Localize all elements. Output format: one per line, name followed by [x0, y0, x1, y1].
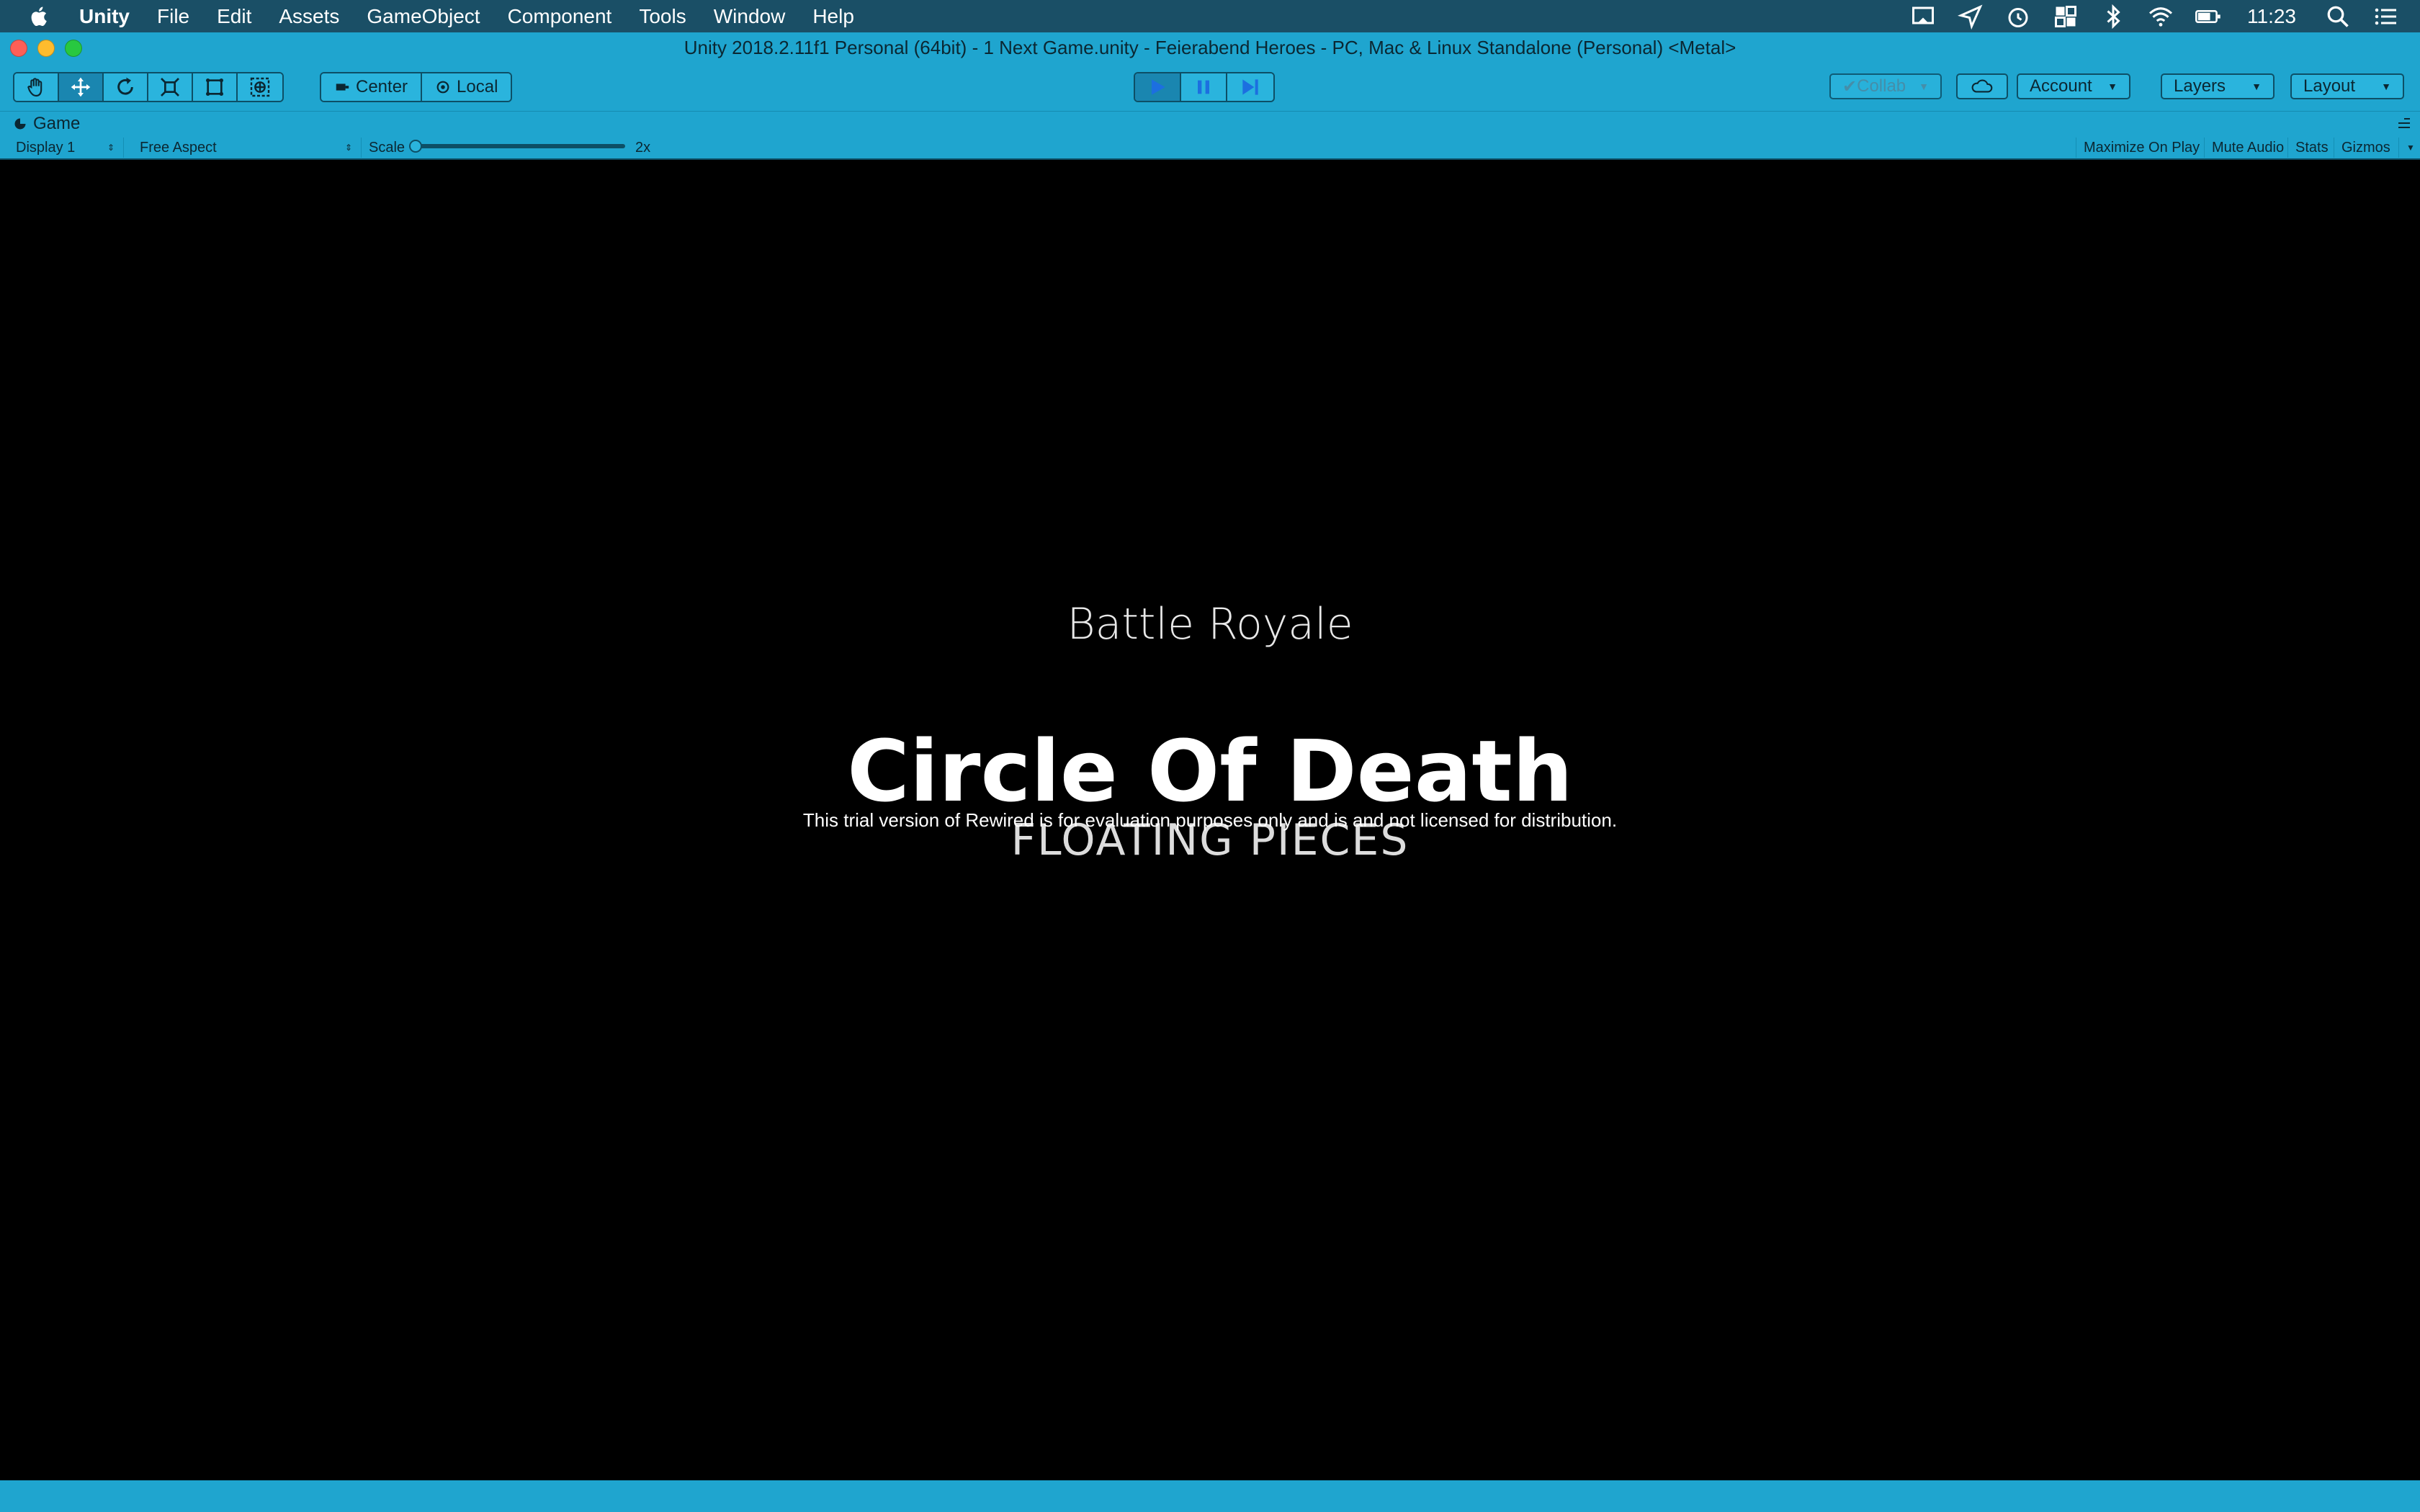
layout-dropdown[interactable]: Layout ▼ [2290, 73, 2404, 99]
transform-tools [13, 72, 284, 102]
transform-icon [250, 77, 270, 97]
menu-app-unity[interactable]: Unity [79, 5, 130, 28]
macos-menu-bar: Unity File Edit Assets GameObject Compon… [0, 0, 2420, 32]
alarm-icon[interactable] [2005, 4, 2031, 30]
transform-tool-button[interactable] [238, 73, 282, 101]
step-icon [1242, 79, 1258, 95]
game-view-options: Display 1 ⇕ Free Aspect ⇕ Scale 2x Maxim… [0, 135, 2420, 160]
tab-game-label: Game [33, 113, 81, 133]
apple-icon[interactable] [27, 4, 52, 29]
menu-help[interactable]: Help [812, 5, 854, 28]
panel-menu-icon[interactable] [2394, 116, 2411, 130]
menu-edit[interactable]: Edit [217, 5, 251, 28]
rewired-trial-notice: This trial version of Rewired is for eva… [802, 809, 1618, 831]
cloud-icon [1971, 79, 1993, 93]
play-button[interactable] [1135, 73, 1181, 101]
collab-chevron-down-icon: ▼ [1919, 81, 1930, 92]
menu-window[interactable]: Window [714, 5, 786, 28]
tab-game[interactable]: Game [13, 114, 80, 134]
rect-tool-icon [206, 78, 223, 96]
move-icon [71, 77, 91, 97]
pause-icon [1198, 80, 1209, 94]
aspect-select-value: Free Aspect [140, 139, 217, 156]
collab-check-icon: ✔ [1842, 76, 1857, 96]
bluetooth-icon[interactable] [2100, 4, 2126, 30]
window-title: Unity 2018.2.11f1 Personal (64bit) - 1 N… [684, 37, 1736, 58]
menubar-clock[interactable]: 11:23 [2247, 5, 2296, 28]
pivot-local-label: Local [457, 77, 498, 96]
account-chevron-down-icon: ▼ [2107, 81, 2118, 92]
map-name-title: Circle Of Death [847, 721, 1573, 821]
maximize-on-play-toggle[interactable]: Maximize On Play [2076, 138, 2207, 158]
send-icon[interactable] [1958, 4, 1984, 30]
list-icon[interactable] [2372, 4, 2398, 30]
game-mode-title: Battle Royale [1067, 599, 1353, 649]
gizmos-chevron-down-icon[interactable]: ▼ [2398, 138, 2420, 158]
menu-gameobject[interactable]: GameObject [367, 5, 480, 28]
playback-controls [1134, 72, 1275, 102]
display-select[interactable]: Display 1 ⇕ [7, 138, 124, 158]
aspect-updown-icon: ⇕ [344, 143, 352, 153]
layers-label: Layers [2174, 76, 2226, 96]
pivot-center-toggle[interactable]: Center [321, 73, 423, 101]
game-view[interactable]: Battle Royale Circle Of Death FLOATING P… [0, 160, 2420, 1480]
pivot-controls: Center Local [320, 72, 513, 102]
step-button[interactable] [1227, 73, 1273, 101]
game-tab-bar: Game [0, 112, 2420, 135]
cloud-services-button[interactable] [1956, 73, 2008, 99]
layers-chevron-down-icon: ▼ [2251, 81, 2262, 92]
scale-value: 2x [635, 139, 651, 156]
wifi-icon[interactable] [2148, 4, 2174, 30]
battery-icon[interactable] [2195, 4, 2221, 30]
account-label: Account [2030, 76, 2092, 96]
mute-audio-toggle[interactable]: Mute Audio [2204, 138, 2291, 158]
hand-tool-button[interactable] [14, 73, 59, 101]
pivot-center-label: Center [356, 77, 408, 96]
display-updown-icon: ⇕ [107, 143, 115, 153]
play-icon [1152, 79, 1165, 95]
pivot-local-toggle[interactable]: Local [422, 73, 511, 101]
scale-label: Scale [369, 139, 405, 156]
rect-tool-button[interactable] [193, 73, 238, 101]
display-select-value: Display 1 [16, 139, 76, 156]
window-title-bar: Unity 2018.2.11f1 Personal (64bit) - 1 N… [0, 32, 2420, 63]
aspect-select[interactable]: Free Aspect ⇕ [131, 138, 362, 158]
window-controls [10, 40, 82, 57]
menu-file[interactable]: File [157, 5, 189, 28]
pause-button[interactable] [1181, 73, 1227, 101]
scale-slider-thumb[interactable] [409, 140, 422, 153]
cast-icon[interactable] [1910, 4, 1936, 30]
grid-icon[interactable] [2053, 4, 2079, 30]
hand-icon [27, 78, 42, 97]
search-icon[interactable] [2325, 4, 2351, 30]
layers-dropdown[interactable]: Layers ▼ [2161, 73, 2275, 99]
layout-chevron-down-icon: ▼ [2381, 81, 2391, 92]
menu-component[interactable]: Component [508, 5, 612, 28]
scale-slider[interactable] [409, 140, 625, 153]
gizmos-toggle[interactable]: Gizmos [2334, 138, 2398, 158]
menu-assets[interactable]: Assets [279, 5, 339, 28]
status-area: 11:23 [1910, 0, 2398, 32]
account-dropdown[interactable]: Account ▼ [2017, 73, 2130, 99]
zoom-window-button[interactable] [65, 40, 82, 57]
minimize-window-button[interactable] [37, 40, 55, 57]
status-bar [0, 1480, 2420, 1512]
rotate-tool-button[interactable] [104, 73, 148, 101]
layout-label: Layout [2303, 76, 2356, 96]
collab-label: Collab [1857, 76, 1906, 96]
scale-tool-button[interactable] [148, 73, 193, 101]
rotate-icon [117, 77, 133, 95]
game-controller-icon [14, 118, 26, 129]
unity-toolbar: Center Local ✔ Collab ▼ Account ▼ Layers… [0, 63, 2420, 112]
scale-icon [161, 78, 179, 96]
move-tool-button[interactable] [59, 73, 104, 101]
menu-tools[interactable]: Tools [639, 5, 686, 28]
close-window-button[interactable] [10, 40, 27, 57]
collab-dropdown[interactable]: ✔ Collab ▼ [1829, 73, 1942, 99]
local-icon [436, 81, 449, 94]
stats-toggle[interactable]: Stats [2287, 138, 2336, 158]
center-pivot-icon [336, 84, 349, 91]
